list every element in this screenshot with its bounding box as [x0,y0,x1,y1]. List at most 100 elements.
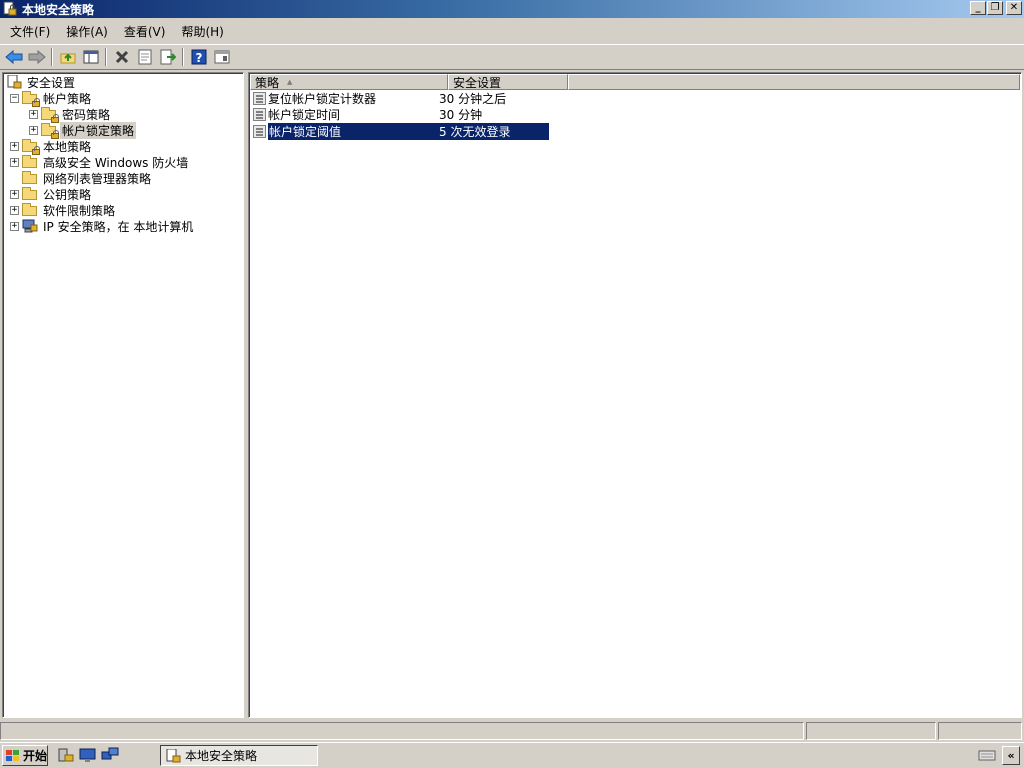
console-icon[interactable] [210,46,233,68]
locked-folder-icon [41,107,59,123]
status-panel-3 [938,722,1022,740]
expand-toggle[interactable]: + [10,221,19,231]
tree-item-label: 高级安全 Windows 防火墙 [43,155,189,170]
ip-security-icon [22,219,38,233]
locked-folder-icon [41,123,59,139]
back-icon[interactable] [2,46,25,68]
tree-item-label: 本地策略 [43,139,92,154]
tree-root-label: 安全设置 [27,75,76,90]
toolbar-separator [105,48,107,66]
list-pane[interactable]: 策略 ▲ 安全设置 复位帐户锁定计数器 30 分钟之后 帐户锁定时间 30 分钟… [248,72,1022,718]
policy-icon [253,91,266,105]
tree-item-firewall[interactable]: + 高级安全 Windows 防火墙 [10,154,190,170]
expand-toggle[interactable]: + [29,109,38,119]
expand-toggle[interactable]: + [10,157,19,167]
menu-help[interactable]: 帮助(H) [175,21,229,42]
table-row[interactable]: 帐户锁定时间 30 分钟 [253,106,549,122]
show-hide-tree-icon[interactable] [79,46,102,68]
windows-logo-icon [6,749,20,762]
tray-toggle-button[interactable]: « [1002,746,1020,765]
expander-placeholder [10,174,19,183]
export-list-icon[interactable] [156,46,179,68]
tree-item-ip-security[interactable]: + IP 安全策略，在 本地计算机 [10,218,195,234]
folder-icon [22,187,38,201]
expand-toggle[interactable]: + [10,205,19,215]
show-desktop-icon[interactable] [79,747,97,763]
security-settings-icon [6,74,22,89]
column-header-policy[interactable]: 策略 ▲ [250,74,448,90]
restore-button[interactable]: ❐ [987,1,1003,15]
window-title: 本地安全策略 [22,2,95,17]
start-button[interactable]: 开始 [2,745,48,766]
close-button[interactable]: ✕ [1006,1,1022,15]
table-row[interactable]: 帐户锁定阈值 5 次无效登录 [253,122,549,140]
tree-item-label: 软件限制策略 [43,203,116,218]
folder-icon [22,171,38,185]
svg-text:?: ? [195,51,202,65]
toolbar-separator [182,48,184,66]
locked-folder-icon [22,139,40,155]
policy-icon [253,124,266,138]
folder-icon [22,155,38,169]
status-panel-main [0,722,804,740]
help-icon[interactable]: ? [187,46,210,68]
tree-item-software-restriction[interactable]: + 软件限制策略 [10,202,117,218]
tree-item-public-key[interactable]: + 公钥策略 [10,186,93,202]
security-policy-icon [165,748,181,763]
policy-setting: 5 次无效登录 [435,122,549,140]
menu-file[interactable]: 文件(F) [4,21,56,42]
network-icon[interactable] [101,747,119,763]
sort-ascending-icon: ▲ [287,78,293,86]
toolbar: ? [0,44,1024,70]
policy-setting: 30 分钟之后 [439,91,507,106]
column-header-label: 策略 [255,75,280,90]
expand-toggle[interactable]: + [10,189,19,199]
title-bar[interactable]: 本地安全策略 _ ❐ ✕ [0,0,1024,18]
minimize-button[interactable]: _ [970,1,986,15]
tree-item-local-policy[interactable]: + 本地策略 [10,138,93,155]
tree-item-account-policy[interactable]: − 帐户策略 [10,90,93,107]
policy-name: 帐户锁定时间 [268,107,341,122]
toolbar-separator [51,48,53,66]
tree-item-network-list[interactable]: 网络列表管理器策略 [10,170,153,186]
tree-root[interactable]: 安全设置 [6,74,77,90]
tree-item-label: 帐户策略 [43,91,92,106]
column-header-filler [568,74,1020,90]
status-panel-2 [806,722,936,740]
tree-pane[interactable]: 安全设置 − 帐户策略 + 密码策略 + 帐户锁定策略 + 本地策略 + 高级安… [2,72,244,718]
policy-name: 帐户锁定阈值 [268,122,435,140]
tree-item-label: 公钥策略 [43,187,92,202]
start-label: 开始 [23,749,48,763]
menu-bar: 文件(F) 操作(A) 查看(V) 帮助(H) [0,20,1024,42]
security-policy-icon [2,1,18,17]
tree-item-account-lockout-policy[interactable]: + 帐户锁定策略 [29,121,137,139]
collapse-toggle[interactable]: − [10,93,19,103]
taskbar: 开始 本地安全策略 « [0,742,1024,768]
taskbar-window-label: 本地安全策略 [185,749,258,763]
policy-icon [253,107,266,121]
table-row[interactable]: 复位帐户锁定计数器 30 分钟之后 [253,90,549,106]
taskbar-window-button[interactable]: 本地安全策略 [160,745,318,766]
tree-item-label: 密码策略 [62,107,111,122]
expand-toggle[interactable]: + [10,141,19,151]
server-manager-icon[interactable] [57,747,75,763]
status-bar [0,722,1024,740]
delete-icon[interactable] [110,46,133,68]
column-header-setting[interactable]: 安全设置 [448,74,568,90]
expand-toggle[interactable]: + [29,125,38,135]
tree-item-label: 网络列表管理器策略 [43,171,152,186]
forward-icon[interactable] [25,46,48,68]
tree-item-label: IP 安全策略，在 本地计算机 [43,219,194,234]
list-header: 策略 ▲ 安全设置 [250,74,1020,90]
properties-icon[interactable] [133,46,156,68]
folder-icon [22,203,38,217]
tree-item-password-policy[interactable]: + 密码策略 [29,106,112,123]
policy-setting: 30 分钟 [439,107,483,122]
up-folder-icon[interactable] [56,46,79,68]
menu-action[interactable]: 操作(A) [60,21,114,42]
locked-folder-icon [22,91,40,107]
keyboard-icon[interactable] [978,749,996,761]
tree-item-label: 帐户锁定策略 [60,121,137,139]
column-header-label: 安全设置 [453,75,502,90]
menu-view[interactable]: 查看(V) [118,21,172,42]
